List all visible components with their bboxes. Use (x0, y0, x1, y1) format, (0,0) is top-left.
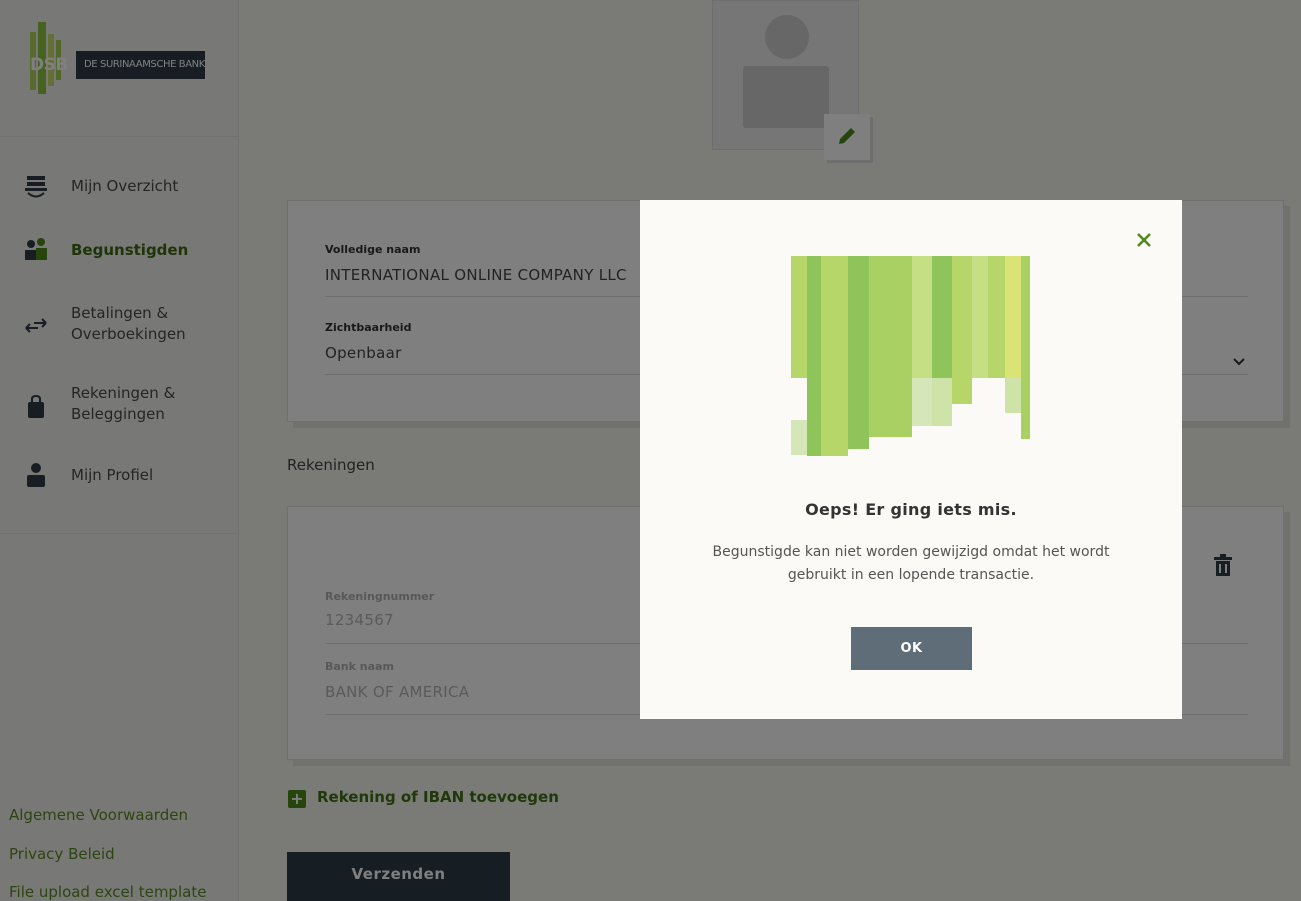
close-icon[interactable] (1133, 229, 1155, 251)
error-modal: Oeps! Er ging iets mis. Begunstigde kan … (640, 200, 1182, 719)
ok-button[interactable]: OK (851, 627, 972, 670)
error-illustration (790, 256, 1034, 456)
modal-message: Begunstigde kan niet worden gewijzigd om… (712, 544, 1110, 583)
modal-title: Oeps! Er ging iets mis. (805, 500, 1017, 519)
